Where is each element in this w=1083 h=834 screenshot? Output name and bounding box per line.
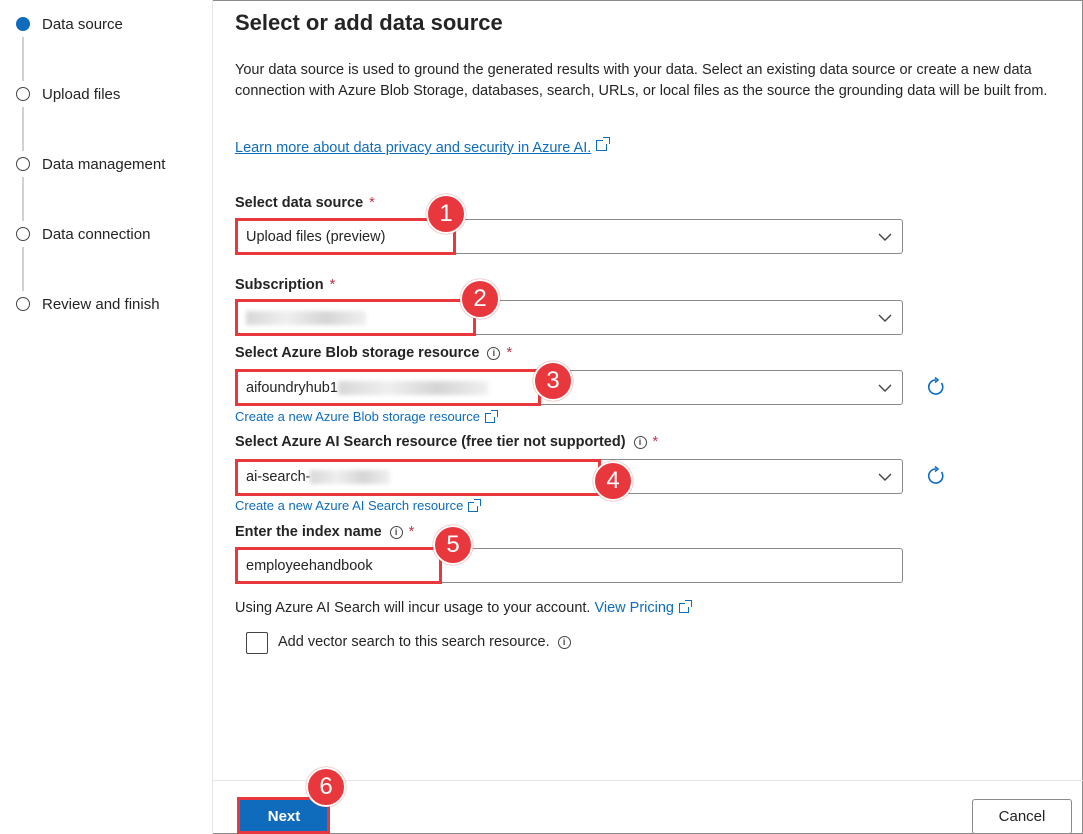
step-indicator [16, 297, 30, 311]
external-link-icon [468, 498, 482, 512]
required-marker: * [408, 524, 415, 540]
learn-more-text: Learn more about data privacy and securi… [235, 140, 592, 156]
info-icon[interactable]: i [389, 525, 403, 539]
step-data-source[interactable]: Data source [16, 14, 123, 34]
create-ai-search-link[interactable]: Create a new Azure AI Search resource [235, 498, 482, 513]
annotation-highlight [235, 547, 442, 584]
create-ai-search-text: Create a new Azure AI Search resource [235, 498, 464, 513]
chevron-down-icon [878, 233, 892, 241]
step-data-management[interactable]: Data management [16, 154, 165, 174]
step-active-indicator [16, 17, 30, 31]
step-indicator [16, 227, 30, 241]
vector-search-label-text: Add vector search to this search resourc… [278, 634, 550, 650]
info-icon[interactable]: i [557, 635, 571, 649]
annotation-highlight [235, 299, 476, 336]
refresh-icon[interactable] [926, 466, 946, 486]
step-label: Data management [42, 155, 166, 173]
step-indicator [16, 87, 30, 101]
panel-divider [212, 0, 213, 834]
required-marker: * [369, 195, 375, 211]
info-icon[interactable]: i [633, 435, 647, 449]
pricing-note-text: Using Azure AI Search will incur usage t… [235, 600, 591, 616]
page-description: Your data source is used to ground the g… [235, 62, 1048, 99]
required-marker: * [506, 345, 513, 361]
step-data-connection[interactable]: Data connection [16, 224, 150, 244]
step-review-and-finish[interactable]: Review and finish [16, 294, 160, 314]
callout-badge: 6 [306, 767, 346, 807]
callout-badge: 5 [433, 525, 473, 565]
callout-badge: 2 [460, 279, 500, 319]
step-indicator [16, 157, 30, 171]
chevron-down-icon [878, 314, 892, 322]
index-name-label-text: Enter the index name [235, 524, 382, 540]
blob-storage-label: Select Azure Blob storage resource i * [235, 345, 512, 361]
chevron-down-icon [878, 473, 892, 481]
cancel-button[interactable]: Cancel [972, 799, 1072, 834]
vector-search-checkbox[interactable] [246, 632, 268, 654]
callout-badge: 1 [426, 194, 466, 234]
create-blob-storage-link[interactable]: Create a new Azure Blob storage resource [235, 409, 498, 424]
callout-badge: 4 [593, 461, 633, 501]
learn-more-link[interactable]: Learn more about data privacy and securi… [235, 137, 611, 156]
external-link-icon [679, 600, 692, 614]
annotation-highlight [235, 369, 541, 406]
callout-badge: 3 [533, 361, 573, 401]
data-source-label: Select data source * [235, 195, 375, 211]
vector-search-label: Add vector search to this search resourc… [278, 634, 571, 650]
step-connector [22, 107, 24, 151]
info-icon[interactable]: i [487, 346, 501, 360]
step-connector [22, 177, 24, 221]
index-name-label: Enter the index name i * [235, 524, 414, 540]
step-connector [22, 37, 24, 81]
external-link-icon [596, 137, 611, 151]
ai-search-label: Select Azure AI Search resource (free ti… [235, 434, 658, 450]
chevron-down-icon [878, 384, 892, 392]
wizard-stepper: Data source Upload files Data management… [0, 0, 212, 834]
external-link-icon [484, 409, 498, 423]
pricing-note: Using Azure AI Search will incur usage t… [235, 600, 692, 616]
refresh-icon[interactable] [926, 377, 946, 397]
step-label: Data connection [42, 225, 151, 243]
ai-search-label-text: Select Azure AI Search resource (free ti… [235, 434, 626, 450]
required-marker: * [652, 434, 659, 450]
step-label: Data source [42, 15, 123, 33]
subscription-label-text: Subscription [235, 277, 324, 293]
subscription-label: Subscription * [235, 277, 335, 293]
step-label: Upload files [42, 85, 121, 103]
step-upload-files[interactable]: Upload files [16, 84, 120, 104]
annotation-highlight [235, 459, 601, 496]
data-source-label-text: Select data source [235, 195, 364, 211]
view-pricing-text: View Pricing [594, 600, 674, 616]
page-title: Select or add data source [235, 10, 503, 35]
create-blob-storage-text: Create a new Azure Blob storage resource [235, 409, 480, 424]
step-connector [22, 247, 24, 291]
step-label: Review and finish [42, 295, 160, 313]
blob-storage-label-text: Select Azure Blob storage resource [235, 345, 480, 361]
required-marker: * [329, 277, 336, 293]
view-pricing-link[interactable]: View Pricing [594, 600, 692, 616]
annotation-highlight [235, 218, 456, 255]
